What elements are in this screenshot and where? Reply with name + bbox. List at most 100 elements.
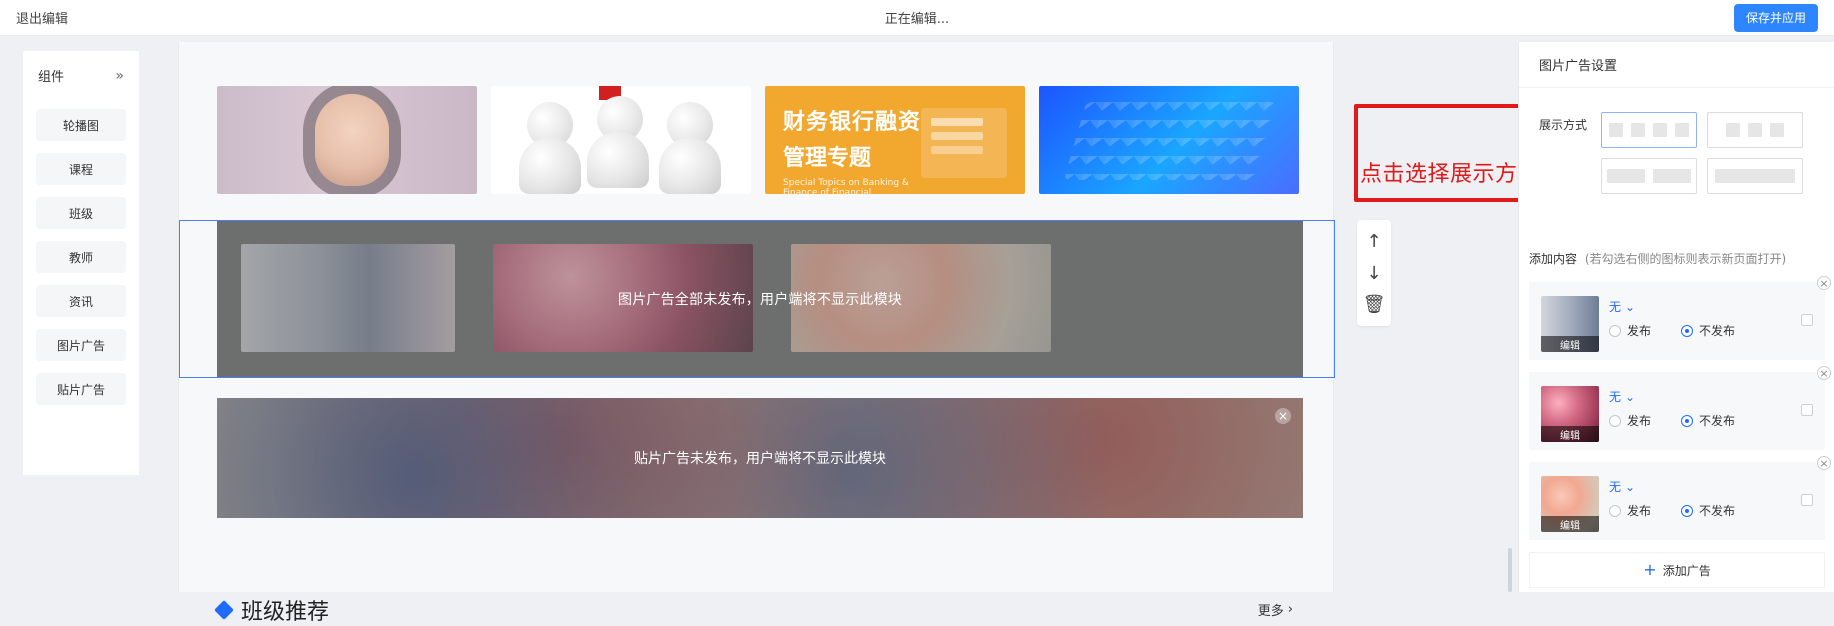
unpublish-label: 不发布 <box>1699 414 1736 428</box>
link-select[interactable]: 无 ⌄ <box>1609 478 1635 495</box>
publish-radio[interactable]: 发布 <box>1609 412 1651 429</box>
add-ad-label: 添加广告 <box>1662 563 1711 578</box>
panel-title: 图片广告设置 <box>1519 42 1834 88</box>
link-select-value: 无 <box>1609 300 1622 314</box>
sidebar-item-news[interactable]: 资讯 <box>36 285 126 317</box>
unpublish-label: 不发布 <box>1699 324 1736 338</box>
more-link[interactable]: 更多 › <box>1258 600 1293 619</box>
layout-block <box>1675 123 1689 137</box>
edit-button[interactable]: 编辑 <box>1541 516 1599 532</box>
link-select[interactable]: 无 ⌄ <box>1609 298 1635 315</box>
publish-radios: 发布 不发布 <box>1609 412 1735 429</box>
link-select[interactable]: 无 ⌄ <box>1609 388 1635 405</box>
publish-label: 发布 <box>1627 324 1652 338</box>
content-card: × 编辑 无 ⌄ 发布 不发布 <box>1529 456 1831 540</box>
close-icon[interactable]: × <box>1275 408 1291 424</box>
radio-dot <box>1681 324 1694 337</box>
unpublish-radio[interactable]: 不发布 <box>1681 412 1735 429</box>
publish-radios: 发布 不发布 <box>1609 322 1735 339</box>
arrow-up-icon[interactable]: ↑ <box>1364 231 1384 252</box>
add-ad-button[interactable]: + 添加广告 <box>1529 552 1825 588</box>
trash-icon[interactable]: 🗑 <box>1363 294 1386 315</box>
banner-3d-people[interactable] <box>491 86 751 194</box>
sidebar-item-label: 资讯 <box>68 294 93 309</box>
edit-button[interactable]: 编辑 <box>1541 426 1599 442</box>
module-ops: ↑ ↓ 🗑 <box>1357 220 1391 326</box>
sidebar-header: 组件 » <box>32 60 130 97</box>
finance-illustration <box>921 108 1007 178</box>
publish-radio[interactable]: 发布 <box>1609 502 1651 519</box>
radio-dot <box>1681 414 1694 427</box>
layout-block <box>1631 123 1645 137</box>
plus-icon: + <box>1643 560 1657 579</box>
layout-block <box>1607 169 1645 183</box>
sidebar-item-label: 班级 <box>68 206 93 221</box>
layout-block <box>1609 123 1623 137</box>
add-content-label: 添加内容 (若勾选右侧的图标则表示新页面打开) <box>1529 250 1825 267</box>
diamond-icon <box>214 600 234 620</box>
content-card: × 编辑 无 ⌄ 发布 不发布 <box>1529 366 1831 450</box>
sidebar-item-label: 教师 <box>68 250 93 265</box>
sidebar-item-image-ad[interactable]: 图片广告 <box>36 329 126 361</box>
layout-block <box>1653 169 1691 183</box>
person-body <box>519 138 581 194</box>
save-apply-button[interactable]: 保存并应用 <box>1733 3 1818 32</box>
radio-dot <box>1609 414 1621 427</box>
open-new-page-checkbox[interactable] <box>1801 404 1813 416</box>
selected-module-outline[interactable] <box>179 220 1335 378</box>
banner-row: 财务银行融资 管理专题 Special Topics on Banking & … <box>217 86 1299 194</box>
display-mode-option-2[interactable] <box>1601 158 1697 194</box>
radio-dot <box>1609 324 1621 337</box>
annotation-text: 点击选择展示方式 <box>1360 162 1541 187</box>
sidebar-item-course[interactable]: 课程 <box>36 153 126 185</box>
display-mode-option-1[interactable] <box>1707 158 1803 194</box>
close-icon[interactable]: × <box>1817 276 1831 290</box>
canvas-scrollbar[interactable] <box>1508 548 1512 592</box>
publish-radio[interactable]: 发布 <box>1609 322 1651 339</box>
chevron-down-icon: ⌄ <box>1625 479 1636 494</box>
close-icon[interactable]: × <box>1817 366 1831 380</box>
right-settings-panel: 图片广告设置 展示方式 添加内容 (若勾选右侧的图标则表示新页面打开) × 编辑… <box>1518 42 1834 592</box>
double-chevron-right-icon[interactable]: » <box>115 68 124 84</box>
sidebar-item-class[interactable]: 班级 <box>36 197 126 229</box>
content-card: × 编辑 无 ⌄ 发布 不发布 <box>1529 276 1831 360</box>
person-body <box>587 132 649 188</box>
unpublish-radio[interactable]: 不发布 <box>1681 502 1735 519</box>
unpublish-radio[interactable]: 不发布 <box>1681 322 1735 339</box>
display-mode-option-3[interactable] <box>1707 112 1803 148</box>
sidebar-item-carousel[interactable]: 轮播图 <box>36 109 126 141</box>
layout-block <box>1726 123 1740 137</box>
close-icon[interactable]: × <box>1817 456 1831 470</box>
exit-edit-link[interactable]: 退出编辑 <box>16 8 68 27</box>
display-mode-label: 展示方式 <box>1539 118 1588 132</box>
open-new-page-checkbox[interactable] <box>1801 494 1813 506</box>
chevron-down-icon: ⌄ <box>1625 389 1636 404</box>
paste-ad-module[interactable]: 贴片广告未发布，用户端将不显示此模块 × <box>217 398 1303 518</box>
banner-isometric-city[interactable] <box>1039 86 1299 194</box>
person-body <box>659 138 721 194</box>
page-canvas: 财务银行融资 管理专题 Special Topics on Banking & … <box>178 42 1391 625</box>
sidebar-item-label: 课程 <box>68 162 93 177</box>
finance-subtitle: Special Topics on Banking & Finance of F… <box>783 178 909 194</box>
publish-radios: 发布 不发布 <box>1609 502 1735 519</box>
sidebar-item-label: 贴片广告 <box>56 382 105 397</box>
sidebar-item-paste-ad[interactable]: 贴片广告 <box>36 373 126 405</box>
edit-button[interactable]: 编辑 <box>1541 336 1599 352</box>
chevron-right-icon: › <box>1287 602 1293 617</box>
link-select-value: 无 <box>1609 480 1622 494</box>
sidebar-item-label: 图片广告 <box>56 338 105 353</box>
section-title-text: 班级推荐 <box>241 600 330 625</box>
arrow-down-icon[interactable]: ↓ <box>1364 263 1384 284</box>
sidebar-title: 组件 <box>38 70 65 85</box>
chevron-down-icon: ⌄ <box>1625 299 1636 314</box>
content-thumb: 编辑 <box>1541 386 1599 442</box>
banner-finance[interactable]: 财务银行融资 管理专题 Special Topics on Banking & … <box>765 86 1025 194</box>
sidebar-item-label: 轮播图 <box>62 118 99 133</box>
layout-block <box>1653 123 1667 137</box>
sidebar-item-teacher[interactable]: 教师 <box>36 241 126 273</box>
display-mode-option-4[interactable] <box>1601 112 1697 148</box>
display-mode-options <box>1601 112 1815 198</box>
banner-portrait[interactable] <box>217 86 477 194</box>
add-content-hint: (若勾选右侧的图标则表示新页面打开) <box>1584 252 1787 266</box>
open-new-page-checkbox[interactable] <box>1801 314 1813 326</box>
